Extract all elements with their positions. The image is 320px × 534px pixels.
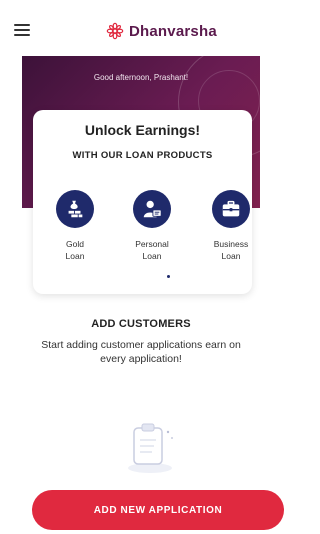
greeting-text: Good afternoon, Prashant! xyxy=(93,73,189,82)
top-bar: Dhanvarsha xyxy=(0,0,282,60)
hamburger-menu-icon[interactable] xyxy=(14,24,30,36)
card-title: Unlock Earnings! xyxy=(84,122,201,138)
briefcase-icon xyxy=(222,200,240,217)
personal-loan-label: Personal Loan xyxy=(135,239,169,261)
personal-loan-button[interactable]: Personal Loan xyxy=(119,190,185,262)
person-card-icon xyxy=(143,200,162,218)
business-loan-label: Business Loan xyxy=(213,239,249,261)
gold-loan-icon-circle xyxy=(56,190,94,228)
add-new-application-button[interactable]: ADD NEW APPLICATION xyxy=(32,490,284,530)
gold-loan-label: Gold Loan xyxy=(65,239,85,261)
card-subtitle: WITH OUR LOAN PRODUCTS xyxy=(72,150,213,161)
business-loan-button[interactable]: Business Loan xyxy=(198,190,264,262)
carousel-indicator-dot xyxy=(167,275,170,278)
business-loan-icon-circle xyxy=(212,190,250,228)
loan-products-card: Unlock Earnings! WITH OUR LOAN PRODUCTS … xyxy=(33,110,252,294)
add-customers-section: ADD CUSTOMERS Start adding customer appl… xyxy=(0,318,282,366)
gold-bars-icon xyxy=(68,200,83,218)
brand: Dhanvarsha xyxy=(106,20,217,42)
dhanvarsha-logo-icon xyxy=(106,22,124,40)
gold-loan-button[interactable]: Gold Loan xyxy=(42,190,108,262)
personal-loan-icon-circle xyxy=(133,190,171,228)
brand-name: Dhanvarsha xyxy=(129,22,217,40)
clipboard-illustration-icon xyxy=(128,423,173,473)
add-customers-description: Start adding customer applications earn … xyxy=(41,339,241,365)
add-customers-title: ADD CUSTOMERS xyxy=(91,318,191,330)
